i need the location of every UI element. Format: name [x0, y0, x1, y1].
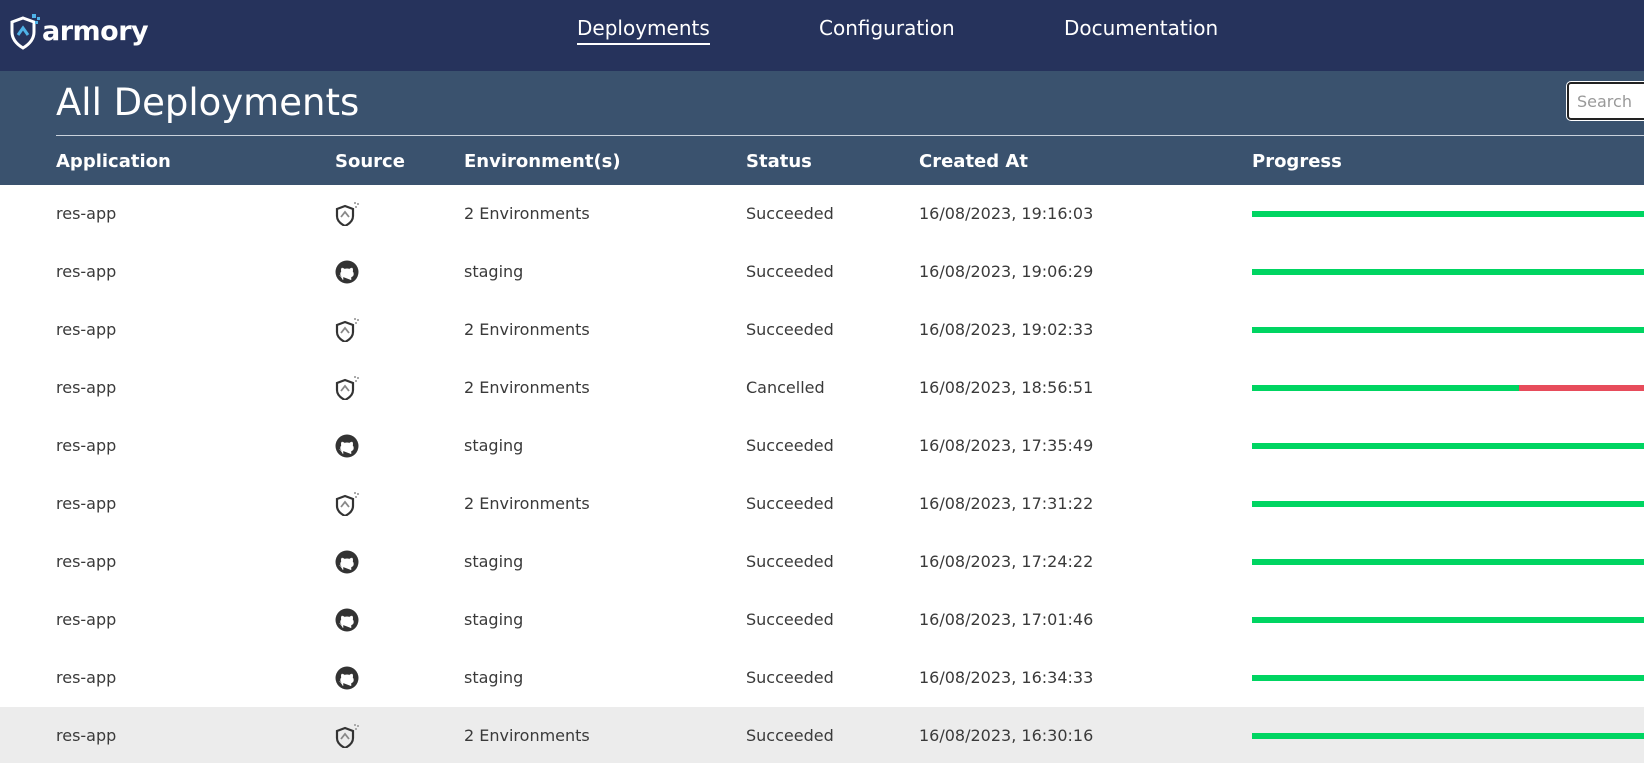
table-row[interactable]: res-app 2 Environments Succeeded 16/08/2…: [0, 301, 1644, 359]
armory-icon: [335, 724, 359, 748]
table-row[interactable]: res-app 2 Environments Succeeded 16/08/2…: [0, 475, 1644, 533]
cell-environments: staging: [464, 436, 524, 455]
progress-bar: [1252, 617, 1644, 623]
armory-shield-icon: [10, 14, 40, 50]
cell-status: Succeeded: [746, 204, 834, 223]
progress-fill: [1252, 617, 1644, 623]
progress-fill: [1252, 675, 1644, 681]
column-header-application[interactable]: Application: [56, 150, 171, 174]
progress-bar: [1252, 211, 1644, 217]
nav-configuration[interactable]: Configuration: [819, 14, 955, 42]
armory-logo[interactable]: armory: [10, 14, 149, 50]
cell-created-at: 16/08/2023, 16:30:16: [919, 726, 1094, 745]
cell-created-at: 16/08/2023, 19:06:29: [919, 262, 1094, 281]
progress-fill: [1252, 327, 1644, 333]
cell-created-at: 16/08/2023, 18:56:51: [919, 378, 1094, 397]
table-row[interactable]: res-app staging Succeeded 16/08/2023, 17…: [0, 533, 1644, 591]
cell-environments: 2 Environments: [464, 378, 590, 397]
progress-bar: [1252, 675, 1644, 681]
nav-documentation[interactable]: Documentation: [1064, 14, 1218, 42]
cell-application: res-app: [56, 552, 117, 571]
column-header-created-at[interactable]: Created At: [919, 150, 1028, 174]
progress-fill: [1252, 443, 1644, 449]
progress-bar: [1252, 327, 1644, 333]
cell-created-at: 16/08/2023, 17:31:22: [919, 494, 1094, 513]
cell-application: res-app: [56, 262, 117, 281]
cell-application: res-app: [56, 378, 117, 397]
progress-bar: [1252, 385, 1644, 391]
cell-status: Succeeded: [746, 552, 834, 571]
progress-fill: [1252, 559, 1644, 565]
table-row[interactable]: res-app staging Succeeded 16/08/2023, 17…: [0, 591, 1644, 649]
column-header-source[interactable]: Source: [335, 150, 405, 174]
cell-application: res-app: [56, 436, 117, 455]
cell-status: Succeeded: [746, 726, 834, 745]
table-row[interactable]: res-app 2 Environments Succeeded 16/08/2…: [0, 707, 1644, 763]
cell-status: Succeeded: [746, 436, 834, 455]
progress-bar: [1252, 733, 1644, 739]
cell-application: res-app: [56, 726, 117, 745]
progress-fill: [1252, 211, 1644, 217]
cell-status: Succeeded: [746, 320, 834, 339]
cell-status: Succeeded: [746, 668, 834, 687]
logo-text: armory: [42, 16, 149, 47]
cell-application: res-app: [56, 320, 117, 339]
table-row[interactable]: res-app 2 Environments Cancelled 16/08/2…: [0, 359, 1644, 417]
progress-bar: [1252, 443, 1644, 449]
cell-status: Cancelled: [746, 378, 825, 397]
progress-fill: [1252, 385, 1519, 391]
column-header-environments[interactable]: Environment(s): [464, 150, 621, 174]
progress-fill: [1252, 501, 1644, 507]
cell-created-at: 16/08/2023, 17:01:46: [919, 610, 1094, 629]
cell-environments: 2 Environments: [464, 320, 590, 339]
armory-icon: [335, 492, 359, 516]
cell-application: res-app: [56, 668, 117, 687]
cell-created-at: 16/08/2023, 16:34:33: [919, 668, 1094, 687]
cell-created-at: 16/08/2023, 17:35:49: [919, 436, 1094, 455]
github-icon: [335, 608, 359, 632]
armory-icon: [335, 376, 359, 400]
progress-bar: [1252, 559, 1644, 565]
cell-status: Succeeded: [746, 494, 834, 513]
github-icon: [335, 260, 359, 284]
cell-environments: staging: [464, 262, 524, 281]
cell-status: Succeeded: [746, 262, 834, 281]
page-title: All Deployments: [56, 81, 360, 124]
header-divider: [56, 135, 1644, 136]
progress-fill: [1252, 269, 1644, 275]
cell-environments: staging: [464, 552, 524, 571]
github-icon: [335, 434, 359, 458]
table-row[interactable]: res-app staging Succeeded 16/08/2023, 16…: [0, 649, 1644, 707]
cell-status: Succeeded: [746, 610, 834, 629]
cell-created-at: 16/08/2023, 19:02:33: [919, 320, 1094, 339]
cell-created-at: 16/08/2023, 19:16:03: [919, 204, 1094, 223]
progress-fill: [1252, 733, 1644, 739]
github-icon: [335, 666, 359, 690]
table-row[interactable]: res-app 2 Environments Succeeded 16/08/2…: [0, 185, 1644, 243]
nav-deployments[interactable]: Deployments: [577, 14, 710, 45]
column-header-status[interactable]: Status: [746, 150, 812, 174]
cell-environments: staging: [464, 610, 524, 629]
armory-icon: [335, 202, 359, 226]
cell-environments: staging: [464, 668, 524, 687]
armory-icon: [335, 318, 359, 342]
cell-environments: 2 Environments: [464, 204, 590, 223]
cell-application: res-app: [56, 610, 117, 629]
github-icon: [335, 550, 359, 574]
cell-environments: 2 Environments: [464, 726, 590, 745]
table-row[interactable]: res-app staging Succeeded 16/08/2023, 19…: [0, 243, 1644, 301]
column-header-progress[interactable]: Progress: [1252, 150, 1342, 174]
progress-bar: [1252, 269, 1644, 275]
cell-created-at: 16/08/2023, 17:24:22: [919, 552, 1094, 571]
cell-application: res-app: [56, 204, 117, 223]
table-row[interactable]: res-app staging Succeeded 16/08/2023, 17…: [0, 417, 1644, 475]
progress-bar: [1252, 501, 1644, 507]
search-input[interactable]: [1566, 81, 1644, 121]
cell-application: res-app: [56, 494, 117, 513]
cell-environments: 2 Environments: [464, 494, 590, 513]
top-navigation-bar: armory Deployments Configuration Documen…: [0, 0, 1644, 71]
